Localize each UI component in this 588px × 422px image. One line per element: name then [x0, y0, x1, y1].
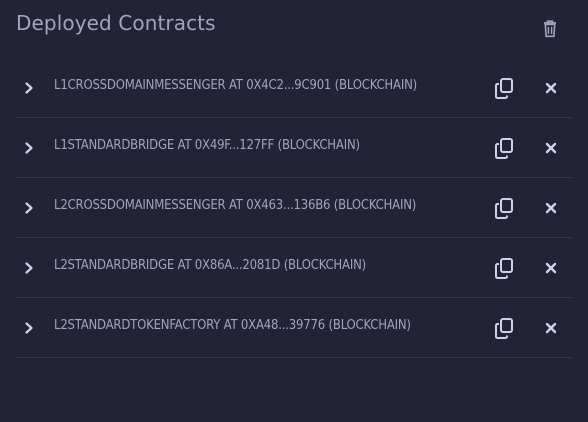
- contract-row[interactable]: L2STANDARDTOKENFACTORY AT 0XA48...39776 …: [16, 298, 572, 358]
- chevron-right-icon[interactable]: [22, 81, 36, 95]
- chevron-right-icon[interactable]: [22, 261, 36, 275]
- deployed-contracts-panel: Deployed Contracts L1CROSSDOMAINMESSENGE…: [0, 0, 588, 422]
- contract-label: L2STANDARDTOKENFACTORY AT 0XA48...39776 …: [54, 318, 411, 333]
- copy-icon[interactable]: [494, 257, 514, 279]
- copy-icon[interactable]: [494, 77, 514, 99]
- contract-label: L1STANDARDBRIDGE AT 0X49F...127FF (BLOCK…: [54, 138, 360, 153]
- panel-header: Deployed Contracts: [0, 0, 588, 56]
- chevron-right-icon[interactable]: [22, 201, 36, 215]
- copy-icon[interactable]: [494, 137, 514, 159]
- close-icon[interactable]: [544, 81, 558, 95]
- close-icon[interactable]: [544, 201, 558, 215]
- chevron-right-icon[interactable]: [22, 321, 36, 335]
- contract-list: L1CROSSDOMAINMESSENGER AT 0X4C2...9C901 …: [16, 58, 572, 358]
- close-icon[interactable]: [544, 141, 558, 155]
- panel-title: Deployed Contracts: [16, 11, 216, 35]
- trash-icon[interactable]: [541, 19, 559, 39]
- chevron-right-icon[interactable]: [22, 141, 36, 155]
- close-icon[interactable]: [544, 321, 558, 335]
- contract-row[interactable]: L2STANDARDBRIDGE AT 0X86A...2081D (BLOCK…: [16, 238, 572, 298]
- contract-label: L2STANDARDBRIDGE AT 0X86A...2081D (BLOCK…: [54, 258, 366, 273]
- contract-row[interactable]: L1CROSSDOMAINMESSENGER AT 0X4C2...9C901 …: [16, 58, 572, 118]
- close-icon[interactable]: [544, 261, 558, 275]
- contract-label: L1CROSSDOMAINMESSENGER AT 0X4C2...9C901 …: [54, 78, 417, 93]
- contract-row[interactable]: L2CROSSDOMAINMESSENGER AT 0X463...136B6 …: [16, 178, 572, 238]
- copy-icon[interactable]: [494, 317, 514, 339]
- copy-icon[interactable]: [494, 197, 514, 219]
- contract-label: L2CROSSDOMAINMESSENGER AT 0X463...136B6 …: [54, 198, 417, 213]
- contract-row[interactable]: L1STANDARDBRIDGE AT 0X49F...127FF (BLOCK…: [16, 118, 572, 178]
